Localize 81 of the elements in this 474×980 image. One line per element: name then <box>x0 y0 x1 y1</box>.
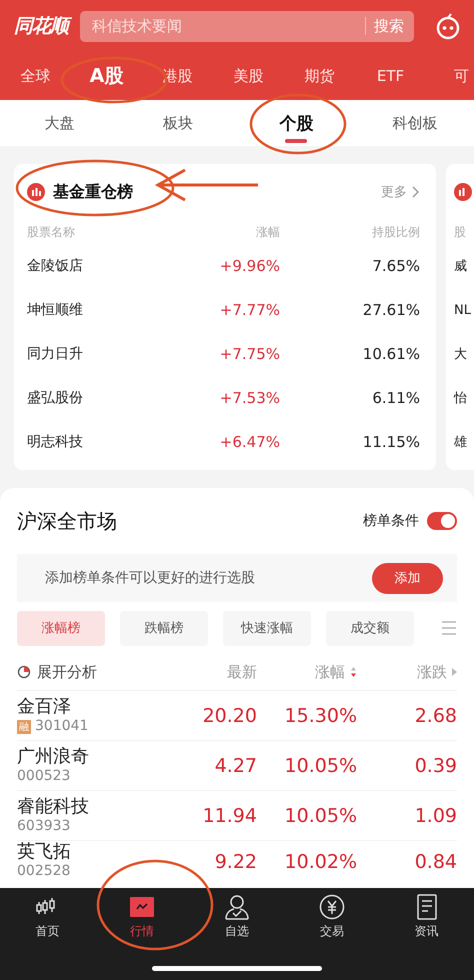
filter-chip[interactable]: 成交额 <box>326 610 414 646</box>
stock-name[interactable]: 雄 <box>454 433 467 451</box>
stock-name[interactable]: 金陵饭店 <box>27 257 160 275</box>
stock-code: 603933 <box>17 818 70 835</box>
nav-item[interactable]: 资讯 <box>379 894 474 940</box>
add-button[interactable]: 添加 <box>372 562 443 594</box>
sub-tab[interactable]: 板块 <box>118 100 237 146</box>
change-cell-text: +7.77% <box>218 301 280 319</box>
diff-cell-text: 2.68 <box>414 704 457 726</box>
column-header: 股 <box>454 224 466 240</box>
column-header: 股票名称 <box>27 224 76 240</box>
change-cell-text: 10.05% <box>284 754 357 776</box>
change-cell-text: 10.02% <box>284 851 357 873</box>
stock-name[interactable]: 广州浪奇 <box>17 746 157 768</box>
sub-tab[interactable]: 个股 <box>237 100 356 146</box>
stock-name[interactable]: 英飞拓 <box>17 841 157 863</box>
price-cell-text: 9.22 <box>214 851 257 873</box>
yen-icon <box>318 894 345 920</box>
stock-name[interactable]: 同力日升 <box>27 345 160 363</box>
stock-name[interactable]: 金百泽 <box>17 696 157 718</box>
stock-name[interactable]: 睿能科技 <box>17 796 157 818</box>
chart-badge-icon <box>27 183 45 201</box>
market-tab[interactable]: 美股 <box>213 66 284 86</box>
stock-name[interactable]: 明志科技 <box>27 433 160 451</box>
market-tab[interactable]: A股 <box>71 63 142 89</box>
change-cell-text: +9.96% <box>218 257 280 275</box>
section-title: 沪深全市场 <box>17 508 118 534</box>
price-cell-text: 11.94 <box>202 804 257 826</box>
market-tab[interactable]: 可 <box>426 66 474 86</box>
menu-icon[interactable] <box>441 621 457 635</box>
sub-tab[interactable]: 科创板 <box>356 100 474 146</box>
change-cell-text: +6.47% <box>218 433 280 451</box>
price-cell-text: 20.20 <box>202 704 257 726</box>
diff-cell-text: 0.84 <box>414 851 457 873</box>
caret-icon <box>452 668 457 676</box>
column-header: 持股比例 <box>371 224 420 240</box>
diff-cell-text: 0.39 <box>414 754 457 776</box>
sort-icon <box>350 666 357 678</box>
condition-toggle[interactable] <box>427 512 457 530</box>
pie-icon <box>17 665 31 679</box>
stock-name[interactable]: 盛弘股份 <box>27 389 160 407</box>
filter-chip[interactable]: 快速涨幅 <box>223 610 311 646</box>
stock-name[interactable]: 坤恒顺维 <box>27 301 160 319</box>
expand-analysis[interactable]: 展开分析 <box>37 662 97 682</box>
filter-chip[interactable]: 跌幅榜 <box>120 610 208 646</box>
nav-item[interactable]: 自选 <box>190 894 284 940</box>
stock-name[interactable]: 威 <box>454 257 467 275</box>
chart-icon <box>129 894 156 920</box>
market-tab[interactable]: 期货 <box>284 66 355 86</box>
change-cell-text: 10.05% <box>284 804 357 826</box>
nav-item[interactable]: 行情 <box>94 894 190 940</box>
stock-code: 301041 <box>35 718 88 735</box>
stock-name[interactable]: 怡 <box>454 389 467 407</box>
card-title: 基金重仓榜 <box>53 182 133 202</box>
change-cell-text: 15.30% <box>284 704 357 726</box>
ratio-cell-text: 7.65% <box>371 257 420 275</box>
stock-code: 000523 <box>17 768 70 785</box>
column-header: 涨幅 <box>255 224 280 240</box>
ratio-cell-text: 10.61% <box>362 345 420 363</box>
robot-icon[interactable] <box>434 12 462 40</box>
market-tab[interactable]: ETF <box>355 67 426 85</box>
change-cell-text: +7.53% <box>218 389 280 407</box>
ratio-cell-text: 27.61% <box>362 301 420 319</box>
price-cell-text: 4.27 <box>214 754 257 776</box>
ratio-cell-text: 11.15% <box>362 433 420 451</box>
nav-item[interactable]: 交易 <box>284 894 380 940</box>
stock-name[interactable]: 大 <box>454 345 467 363</box>
stock-name[interactable]: NL <box>454 302 471 318</box>
stock-code: 002528 <box>17 863 70 880</box>
change-cell-text: +7.75% <box>218 345 280 363</box>
margin-tag: 融 <box>17 720 31 734</box>
sub-tab[interactable]: 大盘 <box>0 100 118 146</box>
chevron-icon <box>412 186 420 198</box>
hint-text: 添加榜单条件可以更好的进行选股 <box>45 569 256 587</box>
diff-cell-text: 1.09 <box>414 804 457 826</box>
person-icon <box>224 894 250 920</box>
market-tab[interactable]: 全球 <box>0 66 71 86</box>
toggle-label: 榜单条件 <box>363 512 419 530</box>
ratio-cell-text: 6.11% <box>371 389 420 407</box>
nav-item[interactable]: 首页 <box>0 894 95 940</box>
filter-chip[interactable]: 涨幅榜 <box>17 610 105 646</box>
